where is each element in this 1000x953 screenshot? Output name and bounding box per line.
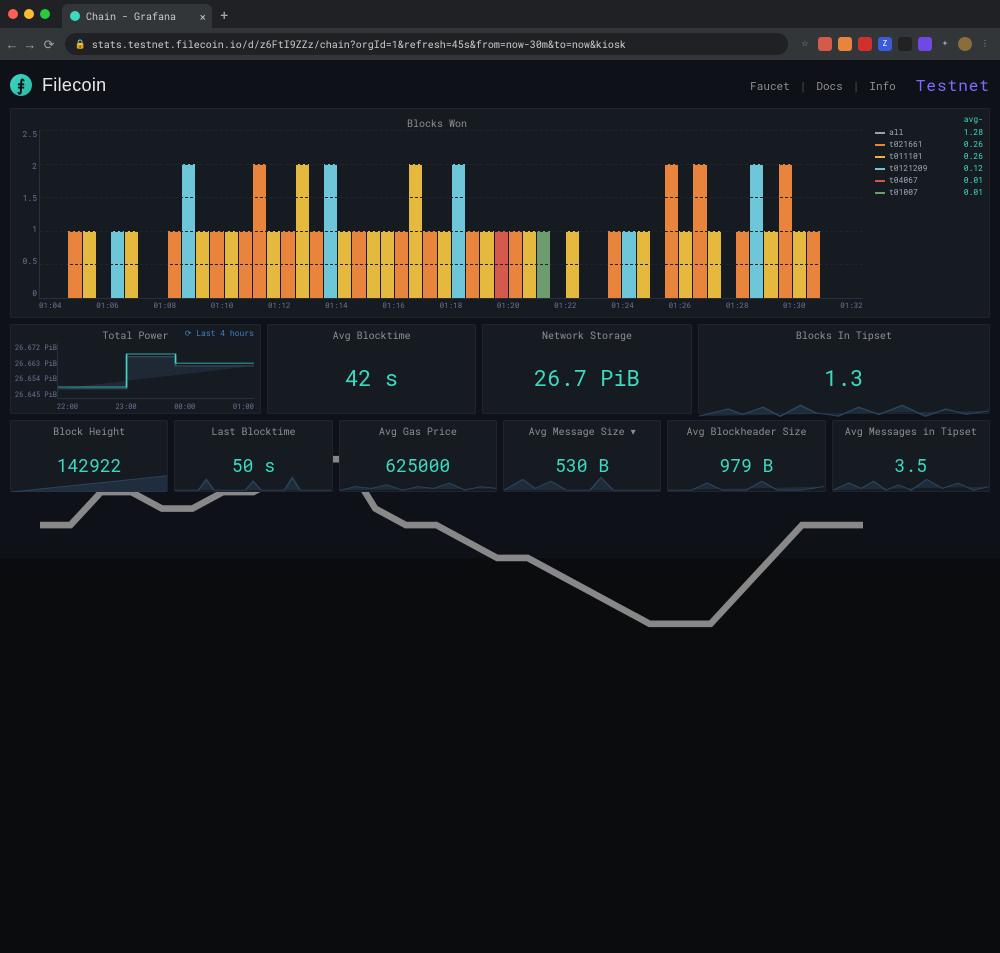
legend-item[interactable]: t0111010.26: [875, 151, 983, 163]
avg-blockheader-size-panel[interactable]: Avg Blockheader Size 979 B: [667, 420, 825, 492]
blocks-in-tipset-panel[interactable]: Blocks In Tipset 1.3: [698, 324, 990, 414]
bookmark-star-icon[interactable]: ☆: [798, 37, 812, 51]
brand-name: Filecoin: [42, 75, 106, 96]
legend-item[interactable]: t010070.01: [875, 187, 983, 199]
block-height-panel[interactable]: Block Height 142922: [10, 420, 168, 492]
panel-title: Avg Blockheader Size: [668, 421, 824, 438]
extension-icon[interactable]: [898, 37, 912, 51]
header-nav: Faucet | Docs | Info: [750, 78, 896, 93]
browser-menu-icon[interactable]: ⋮: [978, 37, 992, 51]
nav-docs[interactable]: Docs: [816, 78, 842, 93]
stat-value: 26.7 PiB: [483, 342, 690, 413]
tab-title: Chain - Grafana: [86, 10, 176, 23]
panel-title: Avg Messages in Tipset: [833, 421, 989, 438]
close-window-icon[interactable]: [8, 9, 18, 19]
stat-value: 530 B: [504, 438, 660, 491]
bars-layer: [39, 130, 863, 299]
nav-faucet[interactable]: Faucet: [750, 78, 790, 93]
extensions: ☆ Z ✦ ⋮: [798, 37, 992, 51]
panel-title: Block Height: [11, 421, 167, 438]
address-bar: ← → ⟳ 🔒 stats.testnet.filecoin.io/d/z6Ft…: [0, 28, 1000, 60]
legend-item[interactable]: t01212090.12: [875, 163, 983, 175]
blocks-won-chart: 2.521.510.50 01:0401:0601:0801:1001:1201…: [39, 130, 863, 313]
lock-icon: 🔒: [75, 39, 86, 50]
panel-title: Avg Blocktime: [268, 325, 475, 342]
stat-value: 625000: [340, 438, 496, 491]
nav-info[interactable]: Info: [869, 78, 895, 93]
panel-title: Last Blocktime: [175, 421, 331, 438]
tab-bar: Chain - Grafana × +: [0, 0, 1000, 28]
mid-row: Total Power ⟳ Last 4 hours 26.672 PiB26.…: [10, 324, 990, 414]
forward-icon[interactable]: →: [26, 35, 34, 53]
chart-legend: avg- all1.28t0216610.26t0111010.26t01212…: [869, 109, 989, 317]
url-input[interactable]: 🔒 stats.testnet.filecoin.io/d/z6FtI9ZZz/…: [65, 33, 788, 55]
total-power-panel[interactable]: Total Power ⟳ Last 4 hours 26.672 PiB26.…: [10, 324, 261, 414]
legend-header: avg-: [875, 115, 983, 125]
network-storage-panel[interactable]: Network Storage 26.7 PiB: [482, 324, 691, 414]
y-axis: 26.672 PiB26.663 PiB26.654 PiB26.645 PiB: [15, 343, 57, 399]
extension-icon[interactable]: [838, 37, 852, 51]
maximize-window-icon[interactable]: [40, 9, 50, 19]
sparkline: [833, 473, 989, 491]
extension-icon[interactable]: [858, 37, 872, 51]
browser-tab[interactable]: Chain - Grafana ×: [62, 4, 212, 28]
filecoin-logo-icon: ⨎: [10, 74, 32, 96]
avg-blocktime-panel[interactable]: Avg Blocktime 42 s: [267, 324, 476, 414]
legend-item[interactable]: t040670.01: [875, 175, 983, 187]
favicon-icon: [70, 11, 80, 21]
new-tab-button[interactable]: +: [220, 5, 228, 24]
stat-value: 979 B: [668, 438, 824, 491]
sparkline: [504, 473, 660, 491]
url-text: stats.testnet.filecoin.io/d/z6FtI9ZZz/ch…: [92, 38, 626, 51]
back-icon[interactable]: ←: [8, 35, 16, 53]
environment-badge: Testnet: [916, 75, 990, 96]
minimize-window-icon[interactable]: [24, 9, 34, 19]
browser-chrome: Chain - Grafana × + ← → ⟳ 🔒 stats.testne…: [0, 0, 1000, 60]
legend-item[interactable]: t0216610.26: [875, 139, 983, 151]
reload-icon[interactable]: ⟳: [44, 35, 55, 53]
stat-value: 3.5: [833, 438, 989, 491]
extension-icon[interactable]: [818, 37, 832, 51]
sparkline: [340, 473, 496, 491]
page-header: ⨎ Filecoin Faucet | Docs | Info Testnet: [10, 68, 990, 102]
extension-icon[interactable]: Z: [878, 37, 892, 51]
stat-value: 50 s: [175, 438, 331, 491]
extensions-menu-icon[interactable]: ✦: [938, 37, 952, 51]
avg-messages-in-tipset-panel[interactable]: Avg Messages in Tipset 3.5: [832, 420, 990, 492]
total-power-chart: [57, 343, 254, 399]
sparkline: [11, 473, 167, 491]
time-range-badge[interactable]: ⟳ Last 4 hours: [185, 329, 254, 339]
panel-title: Blocks In Tipset: [699, 325, 989, 342]
legend-item[interactable]: all1.28: [875, 127, 983, 139]
y-axis: 2.521.510.50: [11, 130, 37, 299]
last-blocktime-panel[interactable]: Last Blocktime 50 s: [174, 420, 332, 492]
panel-title: Network Storage: [483, 325, 690, 342]
blocks-won-panel[interactable]: Blocks Won 2.521.510.50 01:0401:0601:080…: [10, 108, 990, 318]
panel-title: Avg Gas Price: [340, 421, 496, 438]
extension-icon[interactable]: [918, 37, 932, 51]
profile-avatar-icon[interactable]: [958, 37, 972, 51]
panel-title: Avg Message Size ▾: [504, 421, 660, 438]
sparkline: [699, 395, 989, 413]
dashboard-page: ⨎ Filecoin Faucet | Docs | Info Testnet …: [0, 60, 1000, 558]
stat-value: 142922: [11, 438, 167, 491]
panel-title: Blocks Won: [11, 113, 863, 130]
avg-gas-price-panel[interactable]: Avg Gas Price 625000: [339, 420, 497, 492]
tab-close-icon[interactable]: ×: [199, 9, 206, 24]
sparkline: [175, 473, 331, 491]
x-axis: 22:0023:0000:0001:00: [57, 402, 254, 411]
stat-value: 1.3: [699, 342, 989, 413]
avg-message-size-panel[interactable]: Avg Message Size ▾ 530 B: [503, 420, 661, 492]
sparkline: [668, 473, 824, 491]
x-axis: 01:0401:0601:0801:1001:1201:1401:1601:18…: [39, 301, 863, 313]
stat-value: 42 s: [268, 342, 475, 413]
bottom-row: Block Height 142922 Last Blocktime 50 s …: [10, 420, 990, 492]
window-controls: [8, 9, 50, 19]
